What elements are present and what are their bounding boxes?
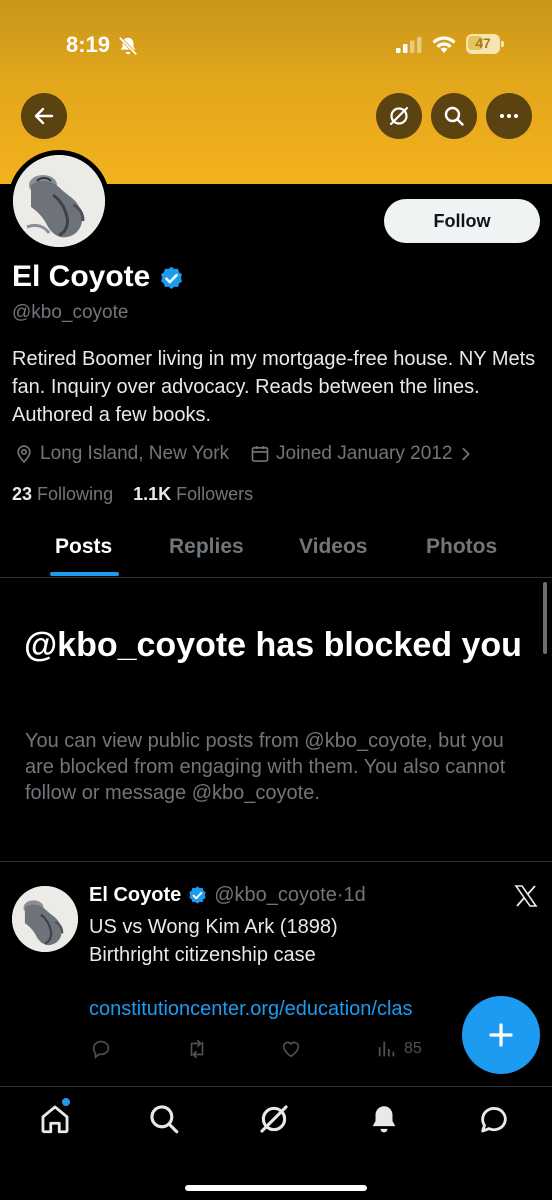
grok-icon bbox=[389, 106, 409, 126]
post-author-name[interactable]: El Coyote bbox=[89, 884, 181, 907]
battery-level: 47 bbox=[475, 35, 491, 51]
like-button[interactable] bbox=[280, 1038, 302, 1060]
repost-icon bbox=[190, 1039, 204, 1059]
calendar-icon bbox=[251, 446, 269, 462]
messages-icon[interactable] bbox=[477, 1102, 511, 1136]
profile-handle: @kbo_coyote bbox=[12, 302, 129, 323]
active-tab-indicator bbox=[50, 572, 119, 576]
more-button[interactable] bbox=[486, 93, 532, 139]
profile-location: Long Island, New York bbox=[14, 443, 229, 465]
views-count: 85 bbox=[404, 1040, 422, 1057]
x-logo-icon bbox=[514, 885, 538, 907]
profile-bio: Retired Boomer living in my mortgage-fre… bbox=[12, 348, 536, 426]
more-horizontal-icon bbox=[500, 114, 518, 118]
tab-photos[interactable]: Photos bbox=[426, 535, 497, 559]
reply-button[interactable] bbox=[90, 1038, 112, 1060]
cellular-signal-icon bbox=[396, 37, 422, 53]
section-divider bbox=[0, 861, 552, 862]
wifi-icon bbox=[432, 36, 456, 53]
post-header: El Coyote @kbo_coyote · 1d bbox=[89, 884, 366, 907]
post-line-1: US vs Wong Kim Ark (1898) bbox=[89, 916, 338, 938]
arrow-left-icon bbox=[34, 107, 54, 125]
post-author-handle[interactable]: @kbo_coyote bbox=[214, 884, 337, 907]
post-avatar[interactable] bbox=[12, 886, 78, 952]
search-button[interactable] bbox=[431, 93, 477, 139]
post-body: US vs Wong Kim Ark (1898) Birthright cit… bbox=[89, 913, 529, 969]
notifications-bell-icon[interactable] bbox=[367, 1102, 401, 1136]
tab-posts[interactable]: Posts bbox=[55, 535, 112, 559]
blocked-description: You can view public posts from @kbo_coyo… bbox=[25, 730, 506, 804]
status-time: 8:19 bbox=[66, 32, 111, 57]
compose-post-button[interactable] bbox=[462, 996, 540, 1074]
home-notification-dot bbox=[62, 1098, 70, 1106]
post-separator: · bbox=[336, 884, 344, 906]
following-count: 23 bbox=[12, 484, 33, 504]
following-link[interactable]: 23 Following bbox=[12, 484, 113, 504]
joined-text: Joined January 2012 bbox=[276, 443, 453, 464]
post-link[interactable]: constitutioncenter.org/education/clas bbox=[89, 998, 469, 1021]
avatar-image bbox=[12, 886, 78, 952]
search-icon bbox=[444, 106, 464, 126]
reply-icon bbox=[92, 1040, 110, 1060]
scrollbar[interactable] bbox=[543, 582, 547, 654]
verified-badge-icon[interactable] bbox=[187, 885, 208, 906]
back-button[interactable] bbox=[21, 93, 67, 139]
search-icon[interactable] bbox=[147, 1102, 181, 1136]
profile-name: El Coyote bbox=[12, 260, 151, 293]
blocked-title: @kbo_coyote has blocked you bbox=[24, 626, 522, 664]
tab-replies[interactable]: Replies bbox=[169, 535, 244, 559]
location-pin-icon bbox=[17, 445, 31, 464]
views-button[interactable]: 85 bbox=[376, 1038, 422, 1060]
repost-button[interactable] bbox=[186, 1038, 208, 1060]
followers-count: 1.1K bbox=[133, 484, 172, 504]
profile-joined[interactable]: Joined January 2012 bbox=[250, 443, 474, 465]
plus-icon bbox=[489, 1023, 513, 1047]
tabs-divider bbox=[0, 577, 552, 578]
follow-button[interactable]: Follow bbox=[384, 199, 540, 243]
heart-icon bbox=[282, 1041, 300, 1058]
post-time: 1d bbox=[343, 884, 366, 906]
location-text: Long Island, New York bbox=[40, 443, 230, 464]
home-indicator[interactable] bbox=[185, 1185, 367, 1191]
followers-link[interactable]: 1.1K Followers bbox=[133, 484, 253, 504]
grok-button[interactable] bbox=[376, 93, 422, 139]
views-chart-icon bbox=[378, 1041, 395, 1057]
grok-icon[interactable] bbox=[257, 1102, 291, 1136]
battery-indicator: 47 bbox=[466, 34, 504, 54]
tab-videos[interactable]: Videos bbox=[299, 535, 367, 559]
followers-label: Followers bbox=[176, 484, 254, 504]
bell-slash-icon bbox=[118, 36, 138, 56]
chevron-right-icon bbox=[462, 447, 470, 461]
home-icon[interactable] bbox=[38, 1102, 72, 1136]
following-label: Following bbox=[37, 484, 114, 504]
avatar-image bbox=[13, 155, 105, 247]
verified-badge-icon[interactable] bbox=[158, 265, 185, 292]
profile-stats: 23 Following 1.1K Followers bbox=[12, 484, 253, 505]
post-line-2: Birthright citizenship case bbox=[89, 944, 316, 966]
profile-avatar[interactable] bbox=[8, 150, 110, 252]
